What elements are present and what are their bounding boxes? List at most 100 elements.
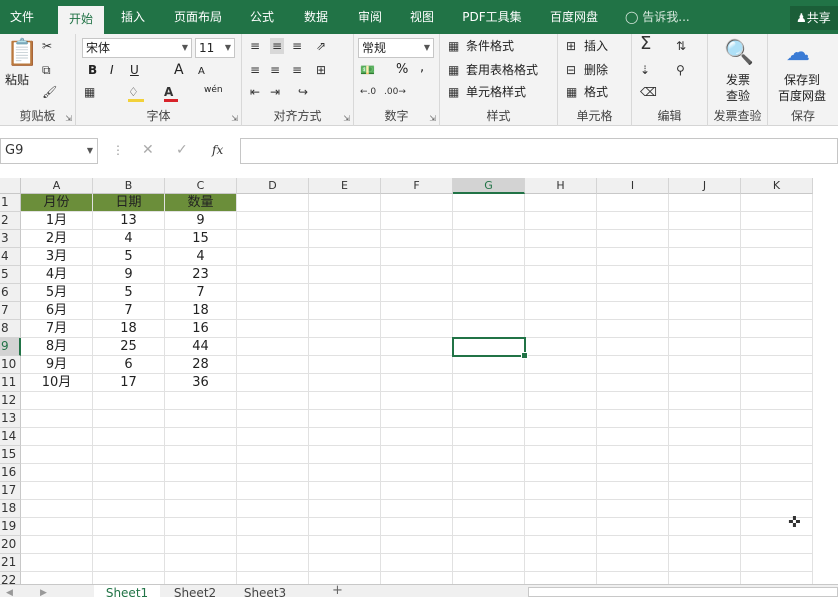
column-header-a[interactable]: A <box>21 178 93 194</box>
cell-j4[interactable] <box>669 248 741 266</box>
cell-j3[interactable] <box>669 230 741 248</box>
cell-d1[interactable] <box>237 194 309 212</box>
row-header-10[interactable]: 10 <box>0 356 21 374</box>
cell-f8[interactable] <box>381 320 453 338</box>
cell-a16[interactable] <box>21 464 93 482</box>
cell-a18[interactable] <box>21 500 93 518</box>
align-bottom-icon[interactable]: ≡ <box>292 38 302 54</box>
cell-i22[interactable] <box>597 572 669 584</box>
cell-f18[interactable] <box>381 500 453 518</box>
row-header-12[interactable]: 12 <box>0 392 21 410</box>
align-center-icon[interactable]: ≡ <box>270 62 280 78</box>
tell-me-search[interactable]: ◯ 告诉我... <box>625 0 690 34</box>
cell-j13[interactable] <box>669 410 741 428</box>
cell-c6[interactable]: 7 <box>165 284 237 302</box>
cell-b16[interactable] <box>93 464 165 482</box>
insert-function-icon[interactable]: fx <box>212 142 223 158</box>
select-all-corner[interactable] <box>0 178 21 194</box>
cell-d14[interactable] <box>237 428 309 446</box>
cell-d9[interactable] <box>237 338 309 356</box>
cell-j14[interactable] <box>669 428 741 446</box>
cell-c14[interactable] <box>165 428 237 446</box>
column-header-k[interactable]: K <box>741 178 813 194</box>
cell-k2[interactable] <box>741 212 813 230</box>
cell-styles-button[interactable]: 单元格样式 <box>466 84 526 100</box>
cell-g22[interactable] <box>453 572 525 584</box>
cell-e6[interactable] <box>309 284 381 302</box>
cell-b18[interactable] <box>93 500 165 518</box>
cell-a22[interactable] <box>21 572 93 584</box>
cell-h4[interactable] <box>525 248 597 266</box>
worksheet-grid[interactable]: ABCDEFGHIJK 1 2 3 4 5 6 7 8 9 10 11 12 13 14 15 16 17 18 1… <box>0 178 838 584</box>
cell-j16[interactable] <box>669 464 741 482</box>
cell-h10[interactable] <box>525 356 597 374</box>
cell-e18[interactable] <box>309 500 381 518</box>
paste-label[interactable]: 粘贴 <box>5 72 29 88</box>
tab-view[interactable]: 视图 <box>400 0 444 34</box>
clear-icon[interactable]: ⌫ <box>640 84 657 100</box>
align-right-icon[interactable]: ≡ <box>292 62 302 78</box>
cell-b9[interactable]: 25 <box>93 338 165 356</box>
cell-c8[interactable]: 16 <box>165 320 237 338</box>
cell-h13[interactable] <box>525 410 597 428</box>
tab-review[interactable]: 审阅 <box>348 0 392 34</box>
row-header-2[interactable]: 2 <box>0 212 21 230</box>
share-button[interactable]: ♟共享 <box>790 6 838 30</box>
increase-indent-icon[interactable]: ⇥ <box>270 84 280 100</box>
cell-f11[interactable] <box>381 374 453 392</box>
cell-j9[interactable] <box>669 338 741 356</box>
cell-e3[interactable] <box>309 230 381 248</box>
cell-j21[interactable] <box>669 554 741 572</box>
cell-a5[interactable]: 4月 <box>21 266 93 284</box>
cell-j7[interactable] <box>669 302 741 320</box>
cell-k6[interactable] <box>741 284 813 302</box>
cell-a8[interactable]: 7月 <box>21 320 93 338</box>
cell-h12[interactable] <box>525 392 597 410</box>
cell-k16[interactable] <box>741 464 813 482</box>
number-format-select[interactable]: 常规 ▼ <box>358 38 434 58</box>
cell-h21[interactable] <box>525 554 597 572</box>
cell-i3[interactable] <box>597 230 669 248</box>
cell-d4[interactable] <box>237 248 309 266</box>
cell-g18[interactable] <box>453 500 525 518</box>
cell-i8[interactable] <box>597 320 669 338</box>
cell-h18[interactable] <box>525 500 597 518</box>
cell-f2[interactable] <box>381 212 453 230</box>
cell-g5[interactable] <box>453 266 525 284</box>
cell-e20[interactable] <box>309 536 381 554</box>
cell-c12[interactable] <box>165 392 237 410</box>
row-header-14[interactable]: 14 <box>0 428 21 446</box>
cell-c16[interactable] <box>165 464 237 482</box>
insert-cells-button[interactable]: 插入 <box>584 38 608 54</box>
cell-c4[interactable]: 4 <box>165 248 237 266</box>
cell-e22[interactable] <box>309 572 381 584</box>
delete-cells-button[interactable]: 删除 <box>584 62 608 78</box>
cell-k13[interactable] <box>741 410 813 428</box>
cell-e16[interactable] <box>309 464 381 482</box>
cell-i10[interactable] <box>597 356 669 374</box>
format-as-table-button[interactable]: 套用表格格式 <box>466 62 538 78</box>
cell-d7[interactable] <box>237 302 309 320</box>
cell-f14[interactable] <box>381 428 453 446</box>
cell-h2[interactable] <box>525 212 597 230</box>
cell-c10[interactable]: 28 <box>165 356 237 374</box>
cell-i18[interactable] <box>597 500 669 518</box>
align-top-icon[interactable]: ≡ <box>250 38 260 54</box>
cell-d6[interactable] <box>237 284 309 302</box>
cell-b6[interactable]: 5 <box>93 284 165 302</box>
cell-i4[interactable] <box>597 248 669 266</box>
row-header-16[interactable]: 16 <box>0 464 21 482</box>
merge-center-icon[interactable]: ⊞ <box>316 62 326 78</box>
cell-a17[interactable] <box>21 482 93 500</box>
paste-icon[interactable]: 📋 <box>6 38 38 68</box>
cell-b2[interactable]: 13 <box>93 212 165 230</box>
tab-data[interactable]: 数据 <box>294 0 338 34</box>
cell-d16[interactable] <box>237 464 309 482</box>
font-color-icon[interactable]: A <box>164 84 178 102</box>
cell-c18[interactable] <box>165 500 237 518</box>
cell-f1[interactable] <box>381 194 453 212</box>
align-middle-icon[interactable]: ≡ <box>270 38 285 54</box>
copy-icon[interactable]: ⧉ <box>42 62 51 78</box>
cell-a11[interactable]: 10月 <box>21 374 93 392</box>
cell-k5[interactable] <box>741 266 813 284</box>
